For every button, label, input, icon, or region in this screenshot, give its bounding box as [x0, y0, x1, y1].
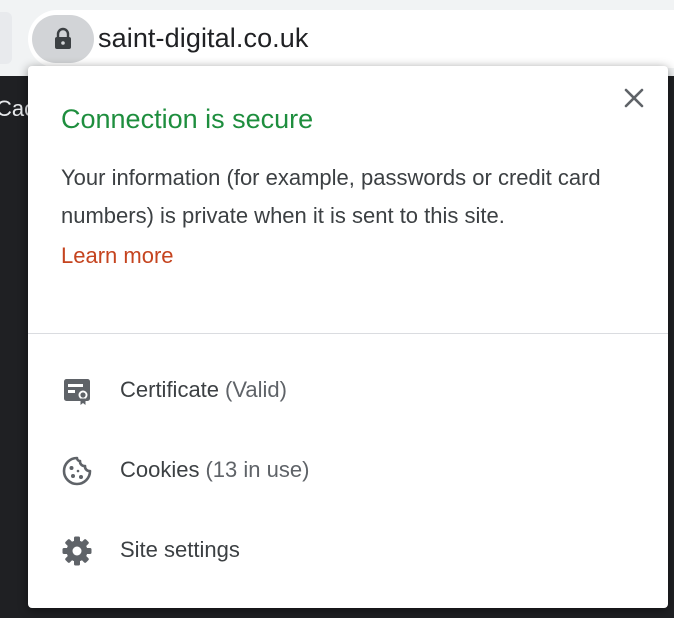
- site-settings-label: Site settings: [120, 537, 240, 562]
- browser-toolbar: saint-digital.co.uk: [0, 0, 674, 76]
- cookie-icon: [62, 456, 92, 486]
- cookies-count: (13 in use): [205, 457, 310, 482]
- cookies-label: Cookies: [120, 457, 200, 482]
- cookies-item[interactable]: Cookies (13 in use): [28, 439, 668, 503]
- close-icon: [624, 88, 644, 108]
- site-settings-item[interactable]: Site settings: [28, 519, 668, 583]
- connection-status-title: Connection is secure: [61, 104, 314, 134]
- lock-icon: [55, 27, 71, 49]
- connection-description: Your information (for example, passwords…: [61, 165, 601, 228]
- toolbar-button[interactable]: [0, 12, 12, 64]
- url-text[interactable]: saint-digital.co.uk: [98, 23, 309, 54]
- learn-more-link[interactable]: Learn more: [61, 243, 174, 269]
- certificate-label: Certificate: [120, 377, 220, 402]
- address-bar[interactable]: saint-digital.co.uk: [28, 10, 674, 68]
- gear-icon: [62, 536, 92, 566]
- site-info-popup: Connection is secure Your information (f…: [28, 66, 668, 608]
- certificate-item[interactable]: Certificate (Valid): [28, 359, 668, 423]
- close-button[interactable]: [620, 84, 648, 112]
- divider: [28, 333, 668, 334]
- certificate-icon: [64, 379, 90, 405]
- certificate-status: (Valid): [225, 377, 287, 402]
- site-info-button[interactable]: [32, 15, 94, 63]
